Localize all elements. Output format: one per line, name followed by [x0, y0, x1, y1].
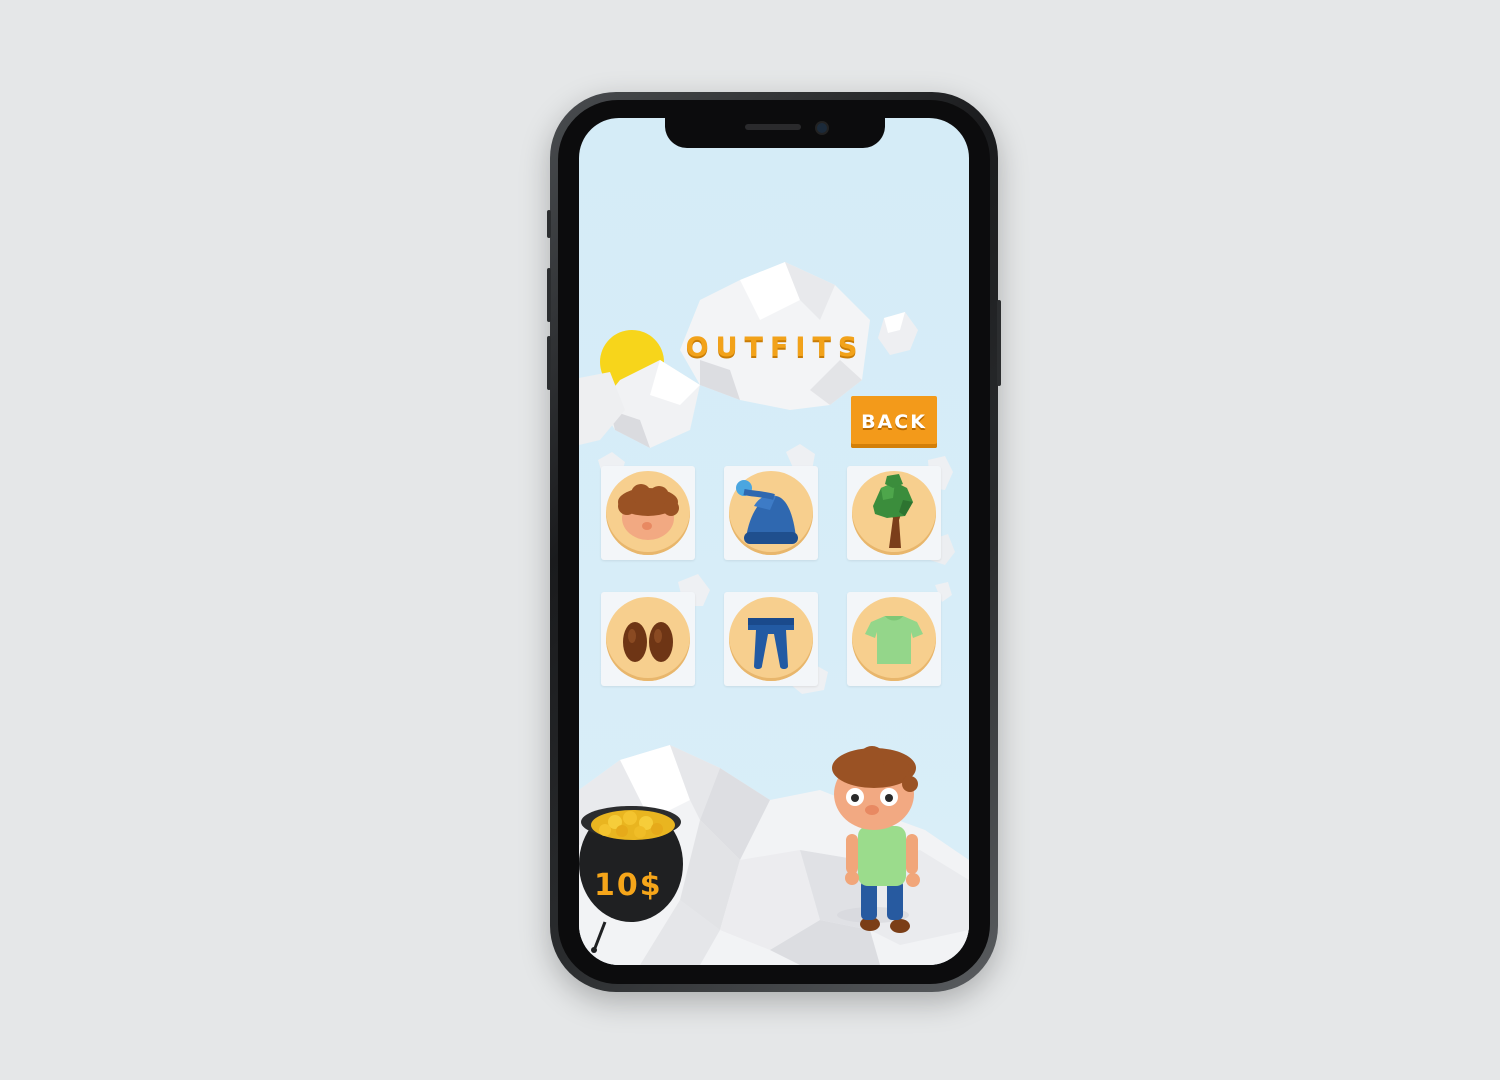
back-button-label: BACK	[861, 411, 927, 433]
outfit-tile-hair[interactable]	[601, 466, 695, 560]
beanie-hat-icon	[736, 480, 798, 544]
screen-title: OUTFITS	[685, 332, 865, 363]
pants-icon	[748, 618, 794, 669]
shoes-icon	[623, 622, 673, 662]
hair-icon	[618, 484, 679, 540]
speaker-grille	[745, 124, 801, 130]
mute-switch	[547, 210, 551, 238]
front-camera-icon	[815, 121, 829, 135]
notch	[665, 118, 885, 148]
outfit-tile-shoes[interactable]	[601, 592, 695, 686]
outfit-tile-tree[interactable]	[847, 466, 941, 560]
shirt-icon	[865, 616, 923, 664]
back-button[interactable]: BACK	[851, 396, 937, 448]
coin-balance: 10$	[594, 868, 663, 903]
tree-icon	[873, 474, 913, 548]
outfit-tile-hat[interactable]	[724, 466, 818, 560]
outfit-tile-shirt[interactable]	[847, 592, 941, 686]
volume-up-button	[547, 268, 551, 322]
power-button	[997, 300, 1001, 386]
outfit-tile-pants[interactable]	[724, 592, 818, 686]
volume-down-button	[547, 336, 551, 390]
